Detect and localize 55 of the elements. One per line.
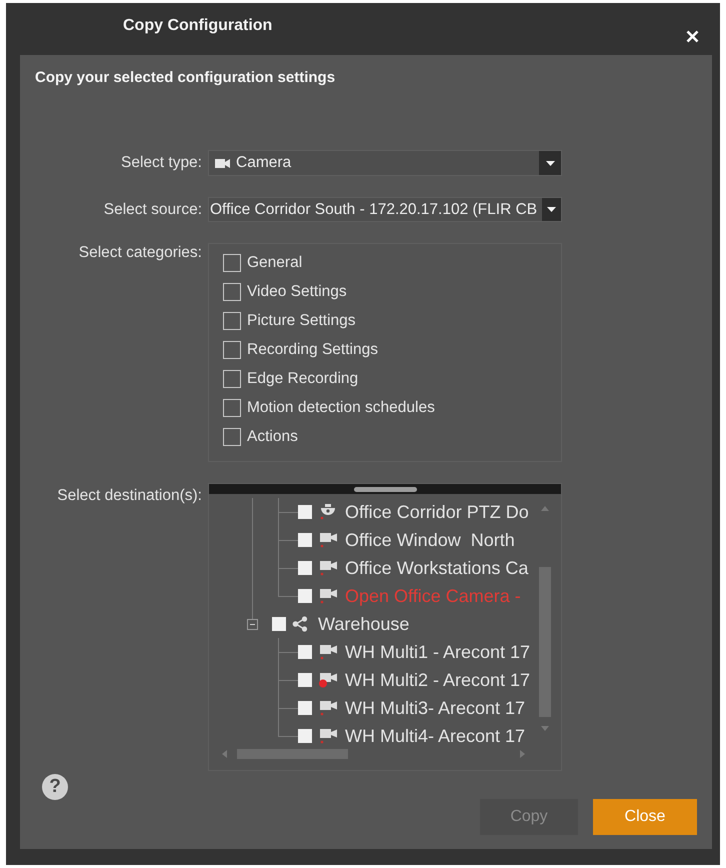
caret-icon xyxy=(546,160,554,166)
field-label: Select destination(s): xyxy=(57,486,202,505)
checkbox-label[interactable]: Picture Settings xyxy=(247,312,356,330)
tree-item-label[interactable]: WH Multi2 - Arecont 17 xyxy=(345,670,530,690)
dropdown-button[interactable] xyxy=(539,151,561,175)
tree-item-label[interactable]: Office Corridor PTZ Do xyxy=(345,502,529,522)
instruction-heading: Copy your selected configuration settings xyxy=(35,69,336,87)
checkbox-label[interactable]: Recording Settings xyxy=(247,340,378,358)
checkbox[interactable] xyxy=(298,701,312,715)
checkbox[interactable] xyxy=(298,645,312,659)
checkbox[interactable] xyxy=(223,370,241,388)
field-label: Select categories: xyxy=(78,243,202,262)
tree-item-label[interactable]: WH Multi4- Arecont 17 xyxy=(345,726,526,746)
checkbox[interactable] xyxy=(272,617,286,631)
checkbox[interactable] xyxy=(223,398,241,416)
checkbox[interactable] xyxy=(223,282,241,300)
checkbox-label[interactable]: Motion detection schedules xyxy=(247,398,435,416)
checkbox[interactable] xyxy=(298,673,312,687)
window-title: Copy Configuration xyxy=(123,16,272,35)
tree-item-label[interactable]: WH Multi1 - Arecont 17 xyxy=(345,642,530,662)
checkbox-label[interactable]: Video Settings xyxy=(247,282,347,300)
dropdown-button[interactable] xyxy=(542,198,561,221)
source-dropdown[interactable]: Office Corridor South - 172.20.17.102 (FLIR CB xyxy=(208,197,562,222)
tree-item-label[interactable]: WH Multi3- Arecont 17 xyxy=(345,698,526,718)
tree-item-label[interactable]: Office Window North xyxy=(345,530,515,550)
scroll-right-icon[interactable] xyxy=(520,750,525,758)
help-button[interactable]: ? xyxy=(42,774,68,800)
checkbox[interactable] xyxy=(223,254,241,272)
field-label: Select type: xyxy=(121,154,202,172)
checkbox[interactable] xyxy=(223,428,241,446)
caret-icon xyxy=(547,207,556,212)
splitter-grip[interactable] xyxy=(354,486,416,492)
collapse-icon[interactable] xyxy=(246,618,258,630)
share-nodes-icon xyxy=(292,616,308,632)
tree-item-label[interactable]: Warehouse xyxy=(318,614,410,634)
checkbox[interactable] xyxy=(298,561,312,575)
type-dropdown[interactable]: Camera xyxy=(208,150,562,176)
camera-icon xyxy=(215,158,230,168)
scroll-down-icon[interactable] xyxy=(541,726,549,731)
checkbox-label[interactable]: Edge Recording xyxy=(247,370,358,388)
checkbox-label[interactable]: Actions xyxy=(247,428,298,446)
scrollbar-thumb[interactable] xyxy=(539,567,551,717)
checkbox[interactable] xyxy=(298,729,312,743)
checkbox[interactable] xyxy=(298,533,312,547)
tree-item-label[interactable]: Office Workstations Ca xyxy=(345,558,528,578)
checkbox-label[interactable]: General xyxy=(247,254,302,272)
checkbox[interactable] xyxy=(223,340,241,358)
scroll-left-icon[interactable] xyxy=(222,750,227,758)
checkbox[interactable] xyxy=(223,312,241,330)
scroll-up-icon[interactable] xyxy=(541,506,549,511)
field-label: Select source: xyxy=(104,200,202,218)
checkbox[interactable] xyxy=(298,505,312,519)
scrollbar-thumb[interactable] xyxy=(237,749,348,759)
close-icon[interactable] xyxy=(686,30,699,43)
checkbox[interactable] xyxy=(298,589,312,603)
